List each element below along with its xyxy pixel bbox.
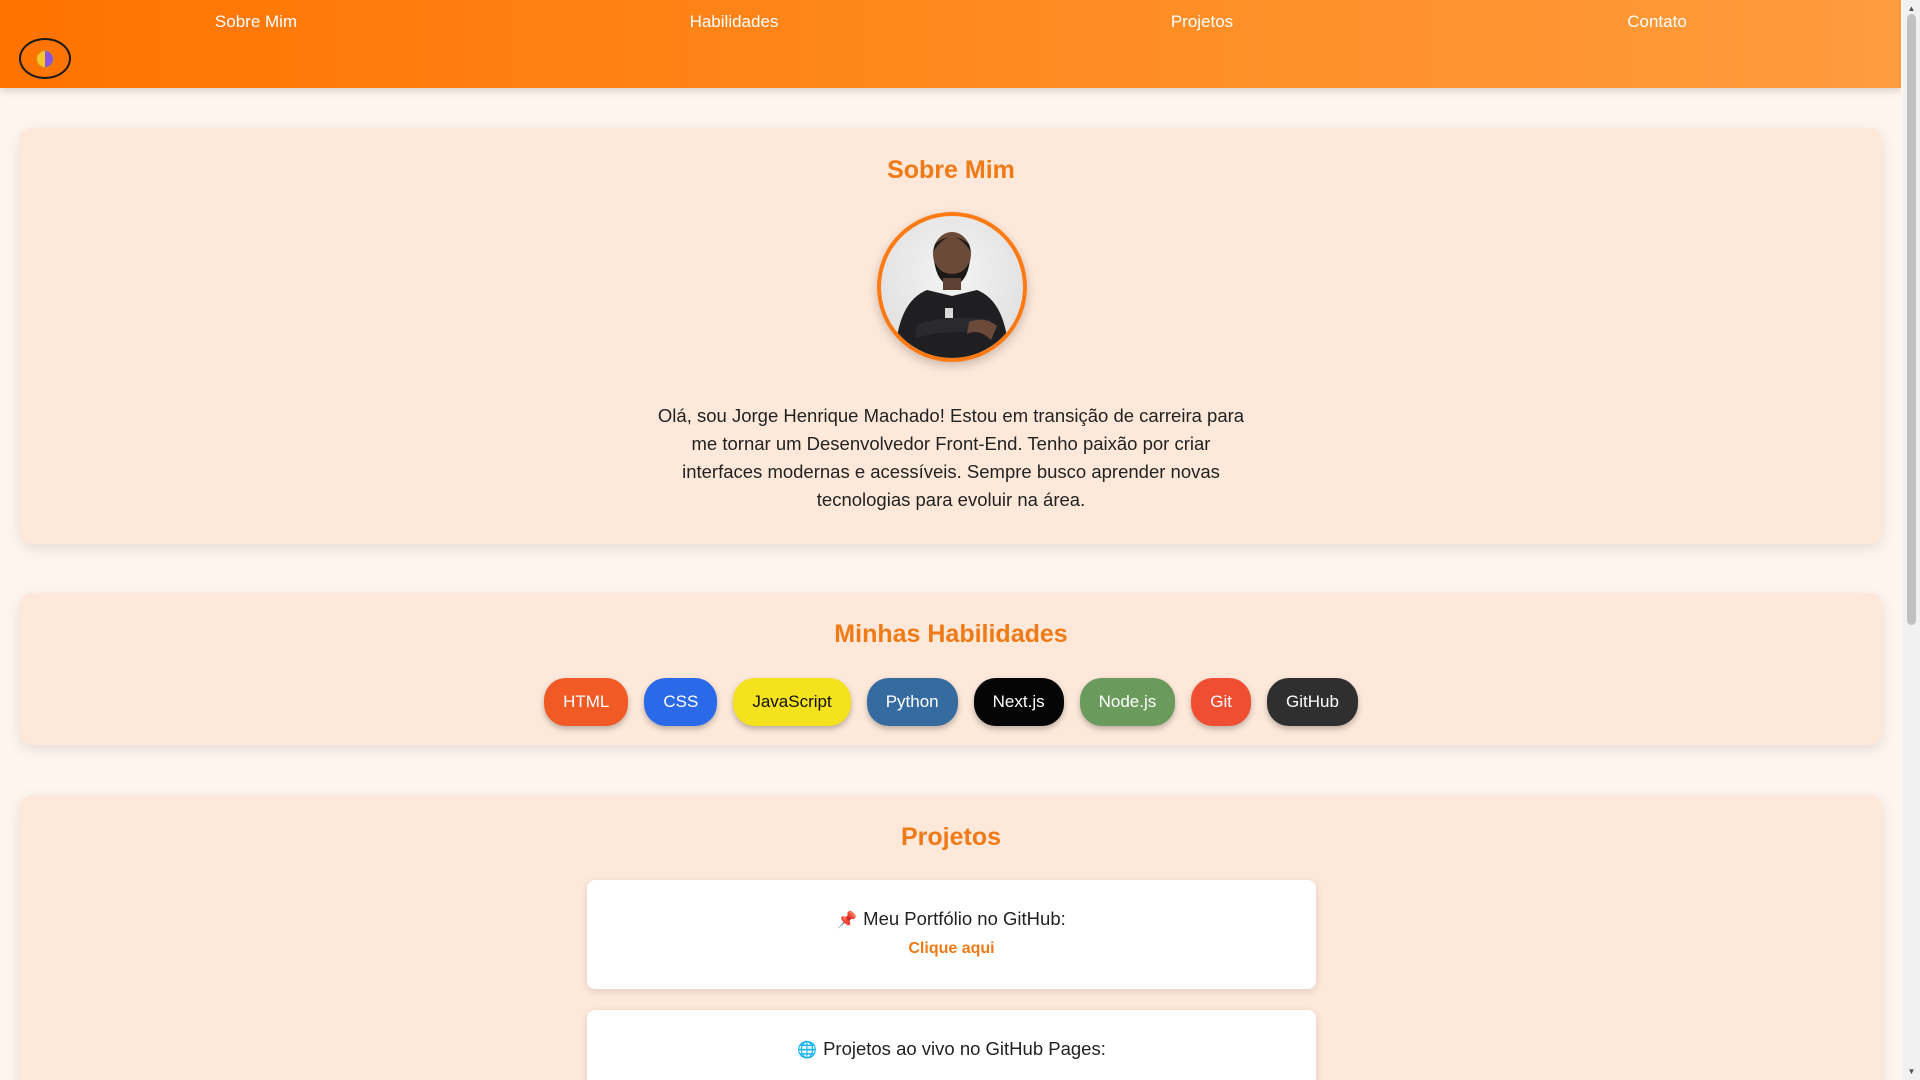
skill-chip-javascript[interactable]: JavaScript — [733, 678, 851, 726]
skill-chip-css[interactable]: CSS — [644, 678, 718, 726]
scrollbar[interactable]: ▲ ▼ — [1903, 0, 1920, 1080]
pin-icon: 📌 — [837, 912, 858, 929]
skills-chip-list: HTML CSS JavaScript Python Next.js Node.… — [20, 678, 1882, 726]
globe-icon: 🌐 — [797, 1042, 818, 1059]
project-link-button[interactable]: Clique aqui — [908, 940, 994, 958]
skill-chip-github[interactable]: GitHub — [1266, 678, 1358, 726]
about-line: Olá, sou Jorge Henrique Machado! Estou e… — [657, 405, 1245, 426]
theme-toggle-icon — [36, 49, 54, 68]
project-card-portfolio: 📌 Meu Portfólio no GitHub: Clique aqui — [587, 880, 1316, 989]
skills-title: Minhas Habilidades — [834, 620, 1068, 648]
nav-link-sobre-mim[interactable]: Sobre Mim — [215, 12, 297, 32]
main-area: Sobre Mim Habilidades Projetos Contato S… — [0, 0, 1901, 1080]
nav-link-habilidades[interactable]: Habilidades — [690, 12, 779, 32]
page: Sobre Mim Habilidades Projetos Contato S… — [0, 0, 1920, 1080]
about-line: tecnologias para evoluir na área. — [816, 489, 1086, 510]
skill-chip-nextjs[interactable]: Next.js — [973, 678, 1064, 726]
project-card-text: Meu Portfólio no GitHub: — [863, 908, 1066, 929]
navbar: Sobre Mim Habilidades Projetos Contato — [0, 0, 1901, 88]
skill-chip-nodejs[interactable]: Node.js — [1079, 678, 1176, 726]
project-card-text-line: 🌐 Projetos ao vivo no GitHub Pages: — [587, 1038, 1316, 1060]
profile-photo — [877, 212, 1027, 362]
theme-toggle-button[interactable] — [19, 38, 71, 79]
scroll-down-arrow-icon[interactable]: ▼ — [1903, 1063, 1920, 1080]
nav-link-contato[interactable]: Contato — [1627, 12, 1687, 32]
projects-title: Projetos — [900, 823, 1002, 851]
project-card-text: Projetos ao vivo no GitHub Pages: — [823, 1038, 1106, 1059]
skills-section: Minhas Habilidades HTML CSS JavaScript P… — [20, 593, 1882, 745]
project-card-live: 🌐 Projetos ao vivo no GitHub Pages: — [587, 1010, 1316, 1080]
about-section: Sobre Mim Olá, sou Jorge Henrique Machad… — [20, 128, 1882, 544]
about-description: Olá, sou Jorge Henrique Machado! Estou e… — [20, 402, 1882, 514]
project-card-text-line: 📌 Meu Portfólio no GitHub: — [587, 908, 1316, 930]
skill-chip-git[interactable]: Git — [1191, 678, 1251, 726]
projects-section: Projetos 📌 Meu Portfólio no GitHub: Cliqu… — [20, 795, 1882, 1080]
about-line: interfaces modernas e acessíveis. Sempre… — [682, 461, 1220, 482]
scroll-thumb[interactable] — [1907, 14, 1916, 625]
skill-chip-python[interactable]: Python — [866, 678, 958, 726]
nav-link-projetos[interactable]: Projetos — [1171, 12, 1233, 32]
about-line: me tornar um Desenvolvedor Front-End. Te… — [691, 433, 1211, 454]
skill-chip-html[interactable]: HTML — [544, 678, 629, 726]
profile-photo-illustration — [895, 232, 1009, 358]
about-title: Sobre Mim — [887, 156, 1015, 184]
